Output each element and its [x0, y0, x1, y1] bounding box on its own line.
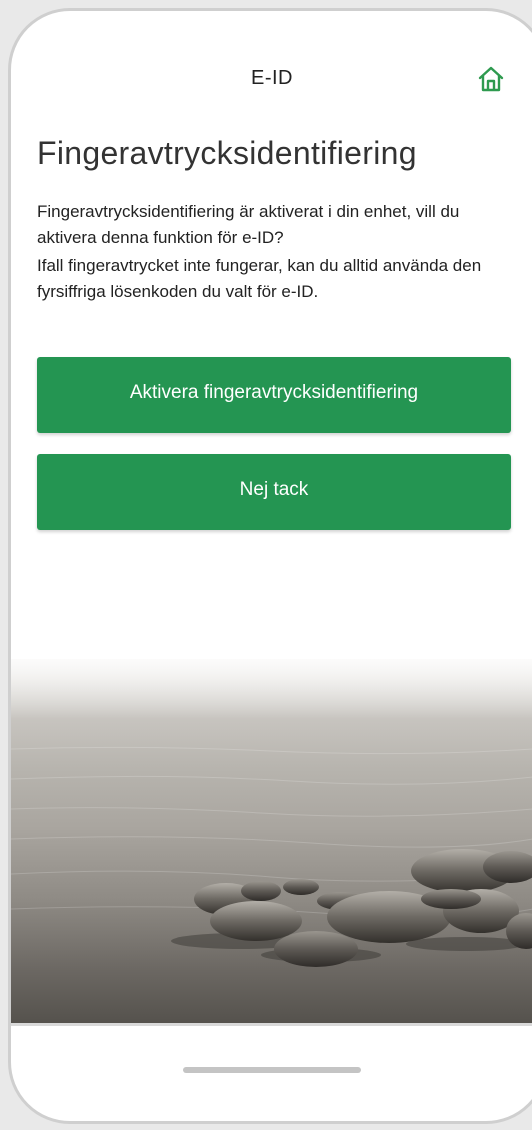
home-indicator[interactable]: [183, 1067, 361, 1073]
background-image-stones: [11, 659, 532, 1023]
home-icon: [478, 66, 504, 92]
description-paragraph-2: Ifall fingeravtrycket inte fungerar, kan…: [37, 256, 482, 301]
app-header: E-ID: [11, 11, 532, 131]
bottom-divider: [11, 1023, 532, 1026]
decline-button[interactable]: Nej tack: [37, 454, 511, 530]
stones-illustration: [11, 659, 532, 967]
description-paragraph-1: Fingeravtrycksidentifiering är aktiverat…: [37, 202, 460, 247]
phone-frame: E-ID Fingeravtrycksidentifiering Fingera…: [8, 8, 532, 1124]
home-button[interactable]: [473, 61, 509, 97]
header-title: E-ID: [251, 67, 293, 89]
activate-fingerprint-button[interactable]: Aktivera fingeravtrycksidentifiering: [37, 357, 511, 433]
page-title: Fingeravtrycksidentifiering: [37, 135, 417, 171]
